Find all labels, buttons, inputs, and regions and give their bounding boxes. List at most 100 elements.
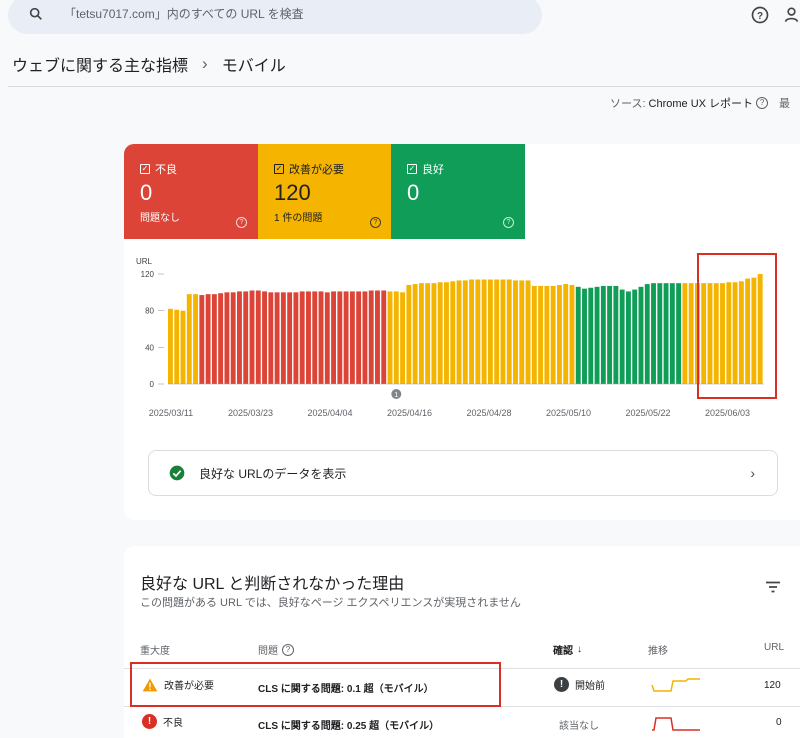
checkbox-icon[interactable]: ✓ [274, 164, 284, 174]
help-icon[interactable]: ? [503, 217, 514, 228]
chevron-right-icon: › [750, 465, 755, 481]
error-icon: ! [142, 714, 157, 729]
chart-bar [343, 291, 349, 384]
severity-label: 不良 [163, 718, 183, 729]
issues-title: 良好な URL と判断されなかった理由 [140, 576, 405, 593]
breadcrumb-parent[interactable]: ウェブに関する主な指標 [12, 52, 188, 76]
source-help-icon[interactable]: ? [756, 97, 769, 109]
chart-bar [525, 280, 531, 384]
search-input[interactable]: 「tetsu7017.com」内のすべての URL を検査 [64, 5, 304, 22]
chart-bar [619, 289, 625, 384]
checkbox-icon[interactable]: ✓ [407, 164, 417, 174]
checkbox-icon[interactable]: ✓ [140, 164, 150, 174]
x-tick-label: 2025/05/22 [625, 408, 670, 418]
chart-bar [644, 284, 650, 384]
chart-bar [174, 309, 180, 384]
x-tick-label: 2025/03/11 [149, 408, 193, 418]
col-validation-label: 確認 [553, 646, 573, 657]
chart-bar [487, 279, 493, 384]
chart-bar [425, 283, 431, 384]
filter-icon[interactable] [765, 581, 781, 593]
chart-bar [368, 290, 374, 384]
x-tick-label: 2025/04/28 [466, 408, 511, 418]
chart-bar [638, 286, 644, 384]
chart-bar [450, 281, 456, 384]
chart-bar [594, 286, 600, 384]
help-icon[interactable]: ? [750, 5, 770, 25]
chart-bar [224, 292, 230, 384]
chart-bar [387, 291, 393, 384]
divider [8, 86, 800, 87]
chart-bar [412, 284, 418, 384]
search-bar[interactable]: 「tetsu7017.com」内のすべての URL を検査 [8, 0, 542, 34]
help-icon[interactable]: ? [236, 217, 247, 228]
help-icon[interactable]: ? [370, 217, 381, 228]
highlight-box [697, 253, 777, 399]
row-issue[interactable]: CLS に関する問題: 0.25 超（モバイル） [258, 717, 439, 732]
chart-bar [168, 308, 173, 384]
chart-bar [193, 294, 198, 384]
chart-bar [393, 291, 399, 384]
tile-good[interactable]: ✓ 良好 0 ? [391, 144, 525, 239]
y-tick-label: 80 [145, 307, 154, 316]
chart-bar [262, 291, 267, 384]
chart-bar [550, 285, 556, 384]
chart-bar [324, 292, 330, 384]
chart-bar [312, 291, 318, 384]
chart-bar [431, 283, 437, 384]
x-tick-label: 2025/04/04 [307, 408, 352, 418]
chart-bar [211, 294, 217, 384]
chart-bar [588, 287, 594, 384]
chart-bar [500, 279, 506, 384]
chart-bar [582, 288, 587, 384]
chart-bar [280, 292, 286, 384]
chart-bar [356, 291, 362, 384]
chart-bar [494, 279, 500, 384]
col-validation[interactable]: 確認 ↓ [553, 642, 582, 657]
chart-bar [293, 292, 299, 384]
chart-bar [205, 294, 211, 384]
chart-bar [400, 292, 406, 384]
chart-bar [688, 283, 694, 384]
chart-bar [569, 285, 575, 384]
trend-sparkline [651, 678, 700, 692]
help-icon[interactable]: ? [282, 643, 294, 656]
x-tick-label: 2025/04/16 [387, 408, 432, 418]
breadcrumb-separator: › [202, 54, 208, 73]
search-icon [29, 7, 42, 20]
tile-count: 0 [140, 180, 153, 205]
show-good-urls-button[interactable]: 良好な URLのデータを表示 › [148, 450, 778, 496]
manage-users-icon[interactable] [784, 5, 800, 25]
y-axis-label: URL [136, 257, 153, 266]
col-issue[interactable]: 問題? [258, 642, 294, 657]
chart-bar [632, 289, 638, 384]
chart-bar [237, 291, 242, 384]
chart-bar [362, 291, 368, 384]
col-urls[interactable]: URL [764, 642, 784, 653]
chart-bar [337, 291, 343, 384]
chart-bar [406, 285, 412, 384]
chart-bar [268, 292, 274, 384]
chart-bar [481, 279, 487, 384]
chart-bar [274, 292, 280, 384]
tile-needs-improvement[interactable]: ✓ 改善が必要 120 1 件の問題 ? [258, 144, 392, 239]
row-severity[interactable]: ! 不良 [142, 714, 183, 729]
chart-bar [651, 283, 656, 384]
tile-poor[interactable]: ✓ 不良 0 問題なし ? [124, 144, 258, 239]
tile-sub: 1 件の問題 [274, 213, 323, 224]
row-validation: ! 開始前 [554, 677, 605, 692]
svg-text:?: ? [757, 11, 763, 22]
issues-subtitle: この問題がある URL では、良好なページ エクスペリエンスが実現されません [140, 597, 521, 609]
source-trailing: 最 [779, 98, 791, 110]
tile-count: 0 [407, 180, 420, 205]
col-severity[interactable]: 重大度 [140, 642, 170, 657]
chart-bar [469, 279, 475, 384]
issues-card: 良好な URL と判断されなかった理由 この問題がある URL では、良好なペー… [124, 546, 800, 738]
row-url-count: 120 [764, 680, 781, 691]
y-tick-label: 0 [150, 380, 155, 389]
chart-bar [513, 280, 518, 384]
check-circle-icon [169, 465, 185, 481]
tile-label: 改善が必要 [289, 164, 344, 176]
col-trend[interactable]: 推移 [648, 642, 668, 657]
highlight-box [130, 662, 501, 707]
